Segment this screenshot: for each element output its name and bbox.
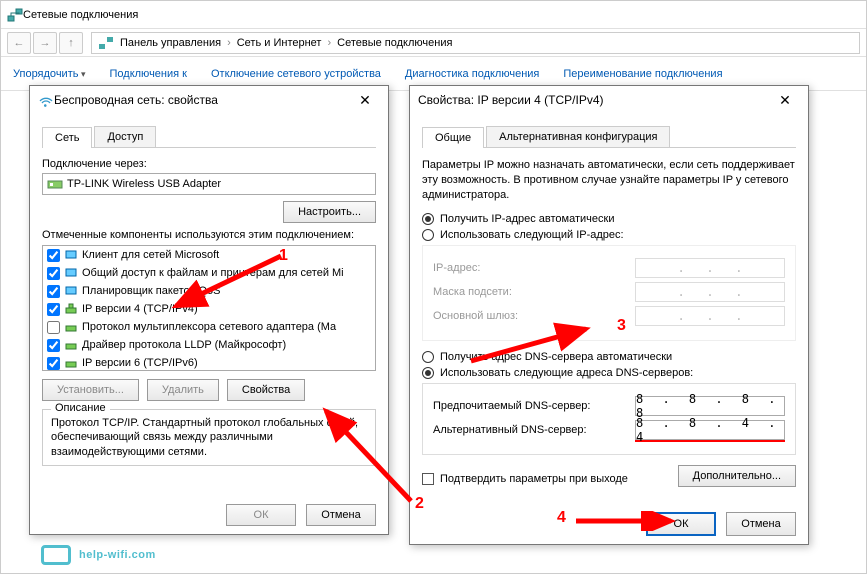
watermark-text: help-wifi.com <box>79 549 156 561</box>
logo-icon <box>41 545 71 565</box>
close-icon[interactable]: ✕ <box>770 90 800 110</box>
tab-access[interactable]: Доступ <box>94 126 156 147</box>
mask-input: . . . <box>635 282 785 302</box>
radio-icon <box>422 229 434 241</box>
list-item: Планировщик пакетов QoS <box>43 282 375 300</box>
checkbox[interactable] <box>47 321 60 334</box>
bc-item[interactable]: Сеть и Интернет <box>237 37 322 49</box>
adapter-icon <box>47 176 63 192</box>
network-icon <box>98 35 114 51</box>
toolbar-rename[interactable]: Переименование подключения <box>563 68 722 80</box>
radio-icon <box>422 213 434 225</box>
gateway-input: . . . <box>635 306 785 326</box>
wifi-icon <box>38 92 54 108</box>
tab-alt-config[interactable]: Альтернативная конфигурация <box>486 126 670 147</box>
forward-button[interactable]: → <box>33 32 57 54</box>
checkbox[interactable] <box>47 249 60 262</box>
checkbox[interactable] <box>47 303 60 316</box>
dns2-label: Альтернативный DNS-сервер: <box>433 424 627 436</box>
explorer-title: Сетевые подключения <box>23 9 860 21</box>
ipv4-icon <box>64 302 78 316</box>
bc-item[interactable]: Сетевые подключения <box>337 37 452 49</box>
description-legend: Описание <box>51 402 110 414</box>
ipv6-icon <box>64 356 78 370</box>
dns2-input[interactable]: 8 . 8 . 4 . 4 <box>635 420 785 440</box>
network-icon <box>7 7 23 23</box>
dialog-title: Свойства: IP версии 4 (TCP/IPv4) <box>418 93 770 107</box>
connect-via-label: Подключение через: <box>42 158 376 170</box>
radio-icon <box>422 351 434 363</box>
gateway-label: Основной шлюз: <box>433 310 627 322</box>
ipv4-properties-dialog: Свойства: IP версии 4 (TCP/IPv4) ✕ Общие… <box>409 85 809 545</box>
description-group: Описание Протокол TCP/IP. Стандартный пр… <box>42 409 376 466</box>
checkbox[interactable] <box>47 357 60 370</box>
adapter-field: TP-LINK Wireless USB Adapter <box>42 173 376 195</box>
ok-button[interactable]: ОК <box>226 504 296 526</box>
list-item: Драйвер протокола LLDP (Майкрософт) <box>43 336 375 354</box>
watermark: help-wifi.com <box>41 545 156 565</box>
breadcrumb[interactable]: Панель управления› Сеть и Интернет› Сете… <box>91 32 860 54</box>
dialog-titlebar: Свойства: IP версии 4 (TCP/IPv4) ✕ <box>410 86 808 114</box>
tab-general[interactable]: Общие <box>422 127 484 148</box>
client-icon <box>64 248 78 262</box>
qos-icon <box>64 284 78 298</box>
ip-input: . . . <box>635 258 785 278</box>
components-list[interactable]: Клиент для сетей Microsoft Общий доступ … <box>42 245 376 371</box>
tab-network[interactable]: Сеть <box>42 127 92 148</box>
checkbox-icon <box>422 473 434 485</box>
tab-bar: Общие Альтернативная конфигурация <box>422 126 796 148</box>
intro-text: Параметры IP можно назначать автоматичес… <box>422 158 796 203</box>
dns1-label: Предпочитаемый DNS-сервер: <box>433 400 627 412</box>
radio-dns-auto[interactable]: Получить адрес DNS-сервера автоматически <box>422 351 796 363</box>
mask-label: Маска подсети: <box>433 286 627 298</box>
up-button[interactable]: ↑ <box>59 32 83 54</box>
adapter-name: TP-LINK Wireless USB Adapter <box>67 178 221 190</box>
bc-item[interactable]: Панель управления <box>120 37 221 49</box>
list-item: Клиент для сетей Microsoft <box>43 246 375 264</box>
adapter-properties-dialog: Беспроводная сеть: свойства ✕ Сеть Досту… <box>29 85 389 535</box>
components-label: Отмеченные компоненты используются этим … <box>42 229 376 241</box>
back-button[interactable]: ← <box>7 32 31 54</box>
list-item: IP версии 6 (TCP/IPv6) <box>43 354 375 371</box>
checkbox[interactable] <box>47 339 60 352</box>
list-item: IP версии 4 (TCP/IPv4) <box>43 300 375 318</box>
cancel-button[interactable]: Отмена <box>306 504 376 526</box>
toolbar-organize[interactable]: Упорядочить <box>13 68 86 80</box>
confirm-checkbox[interactable]: Подтвердить параметры при выходе <box>422 473 628 485</box>
dns1-input[interactable]: 8 . 8 . 8 . 8 <box>635 396 785 416</box>
lldp-icon <box>64 338 78 352</box>
remove-button[interactable]: Удалить <box>147 379 219 401</box>
explorer-navbar: ← → ↑ Панель управления› Сеть и Интернет… <box>1 29 866 57</box>
install-button[interactable]: Установить... <box>42 379 139 401</box>
checkbox[interactable] <box>47 267 60 280</box>
toolbar-disable[interactable]: Отключение сетевого устройства <box>211 68 381 80</box>
toolbar-diagnose[interactable]: Диагностика подключения <box>405 68 539 80</box>
configure-button[interactable]: Настроить... <box>283 201 376 223</box>
toolbar-connections[interactable]: Подключения к <box>110 68 187 80</box>
list-item: Общий доступ к файлам и принтерам для се… <box>43 264 375 282</box>
description-text: Протокол TCP/IP. Стандартный протокол гл… <box>51 416 367 459</box>
explorer-titlebar: Сетевые подключения <box>1 1 866 29</box>
radio-icon <box>422 367 434 379</box>
share-icon <box>64 266 78 280</box>
properties-button[interactable]: Свойства <box>227 379 305 401</box>
radio-dns-manual[interactable]: Использовать следующие адреса DNS-сервер… <box>422 367 796 379</box>
close-icon[interactable]: ✕ <box>350 90 380 110</box>
list-item: Протокол мультиплексора сетевого адаптер… <box>43 318 375 336</box>
mux-icon <box>64 320 78 334</box>
advanced-button[interactable]: Дополнительно... <box>678 465 796 487</box>
ip-label: IP-адрес: <box>433 262 627 274</box>
tab-bar: Сеть Доступ <box>42 126 376 148</box>
cancel-button[interactable]: Отмена <box>726 512 796 536</box>
dialog-title: Беспроводная сеть: свойства <box>54 93 350 107</box>
ok-button[interactable]: ОК <box>646 512 716 536</box>
dialog-titlebar: Беспроводная сеть: свойства ✕ <box>30 86 388 114</box>
checkbox[interactable] <box>47 285 60 298</box>
radio-ip-auto[interactable]: Получить IP-адрес автоматически <box>422 213 796 225</box>
radio-ip-manual[interactable]: Использовать следующий IP-адрес: <box>422 229 796 241</box>
